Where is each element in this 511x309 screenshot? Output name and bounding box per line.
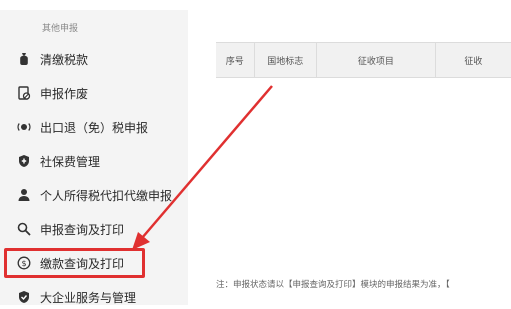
column-header[interactable]: 征收项目	[317, 43, 436, 77]
sidebar-item-label: 大企业服务与管理	[40, 290, 137, 305]
table-header: 序号 国地标志 征收项目 征收	[216, 42, 511, 78]
search-icon	[17, 222, 31, 236]
sidebar-item-label: 个人所得税代扣代缴申报	[40, 188, 173, 203]
sidebar-item-clear-tax[interactable]: 清缴税款	[0, 47, 188, 71]
sidebar-item-export-refund[interactable]: 出口退（免）税申报	[0, 115, 188, 139]
column-header[interactable]: 国地标志	[255, 43, 317, 77]
document-void-icon	[17, 86, 31, 100]
sidebar-item-social-security[interactable]: 社保费管理	[0, 149, 188, 173]
sidebar-item-declaration-void[interactable]: 申报作废	[0, 81, 188, 105]
shield-icon	[17, 290, 31, 304]
sidebar-item-label: 申报作废	[40, 86, 89, 101]
section-title: 其他申报	[42, 24, 79, 34]
user-icon	[17, 188, 31, 202]
footer-note: 注：申报状态请以【申报查询及打印】模块的申报结果为准，【	[216, 280, 450, 290]
sidebar-item-label: 出口退（免）税申报	[40, 120, 149, 135]
sidebar-item-large-enterprise[interactable]: 大企业服务与管理	[0, 285, 188, 309]
highlight-box	[4, 248, 145, 278]
money-bag-icon	[17, 52, 31, 66]
sidebar-item-personal-income-tax[interactable]: 个人所得税代扣代缴申报	[0, 183, 188, 207]
column-header[interactable]: 征收	[436, 43, 511, 77]
shield-icon	[17, 154, 31, 168]
export-refund-icon	[17, 120, 31, 134]
sidebar-item-label: 社保费管理	[40, 154, 101, 169]
sidebar-item-label: 申报查询及打印	[40, 222, 125, 237]
sidebar-item-declaration-query[interactable]: 申报查询及打印	[0, 217, 188, 241]
column-header[interactable]: 序号	[216, 43, 255, 77]
sidebar-item-label: 清缴税款	[40, 52, 89, 67]
